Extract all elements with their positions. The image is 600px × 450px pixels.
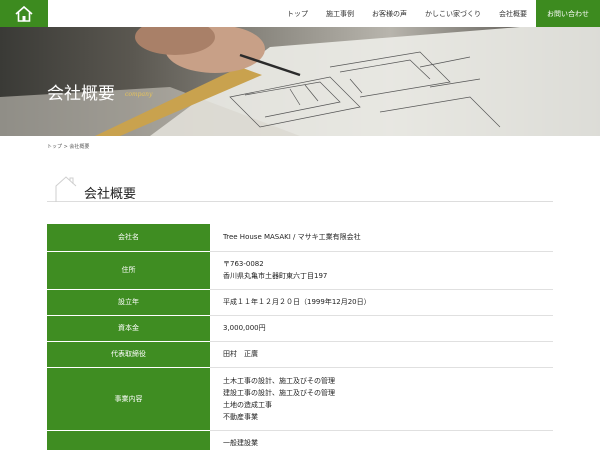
table-row: 会社名 Tree House MASAKI / マサキ工業有限会社 xyxy=(47,224,553,252)
value-line: 3,000,000円 xyxy=(223,324,266,332)
hero-subtitle: company xyxy=(125,91,153,98)
home-logo-button[interactable] xyxy=(0,0,48,27)
row-label: 資本金 xyxy=(47,315,210,342)
nav-item-smart-house[interactable]: かしこい家づくり xyxy=(416,9,490,19)
site-header: トップ 施工事例 お客様の声 かしこい家づくり 会社概要 お問い合わせ xyxy=(0,0,600,27)
row-label: 会社名 xyxy=(47,224,210,252)
row-label: 事業内容 xyxy=(47,367,210,431)
section-title: 会社概要 xyxy=(84,187,137,202)
table-row: 住所 〒763-0082 香川県丸亀市土器町東六丁目197 xyxy=(47,251,553,290)
value-line: 平成１１年１２月２０日（1999年12月20日） xyxy=(223,298,371,306)
row-value: 3,000,000円 xyxy=(210,315,553,342)
row-value: 〒763-0082 香川県丸亀市土器町東六丁目197 xyxy=(210,251,553,290)
breadcrumb-separator: > xyxy=(63,144,68,150)
contact-button[interactable]: お問い合わせ xyxy=(536,0,600,27)
table-row: 設立年 平成１１年１２月２０日（1999年12月20日） xyxy=(47,289,553,316)
row-label xyxy=(47,430,210,450)
value-line: Tree House MASAKI / マサキ工業有限会社 xyxy=(223,233,361,242)
house-icon xyxy=(15,5,33,22)
row-value: 土木工事の設計、施工及びその管理 建設工事の設計、施工及びその管理 土地の造成工… xyxy=(210,367,553,431)
nav-item-top[interactable]: トップ xyxy=(278,9,317,19)
value-line: 土地の造成工事 xyxy=(223,400,272,409)
nav-item-company[interactable]: 会社概要 xyxy=(490,9,536,19)
row-label: 設立年 xyxy=(47,289,210,316)
row-value: 平成１１年１２月２０日（1999年12月20日） xyxy=(210,289,553,316)
value-line: 不動産事業 xyxy=(223,412,258,421)
table-row: 一般建設業 xyxy=(47,430,553,450)
main-nav: トップ 施工事例 お客様の声 かしこい家づくり 会社概要 xyxy=(278,0,536,27)
table-row: 事業内容 土木工事の設計、施工及びその管理 建設工事の設計、施工及びその管理 土… xyxy=(47,367,553,431)
company-info-table: 会社名 Tree House MASAKI / マサキ工業有限会社 住所 〒76… xyxy=(47,224,553,450)
value-line: 建設工事の設計、施工及びその管理 xyxy=(223,388,335,397)
value-line: 土木工事の設計、施工及びその管理 xyxy=(223,376,335,385)
row-value: Tree House MASAKI / マサキ工業有限会社 xyxy=(210,224,553,252)
row-label: 住所 xyxy=(47,251,210,290)
hero-title: 会社概要 xyxy=(47,84,115,104)
table-row: 代表取締役 田村 正廣 xyxy=(47,341,553,368)
value-line: 一般建設業 xyxy=(223,439,258,447)
row-value: 田村 正廣 xyxy=(210,341,553,368)
value-line: 田村 正廣 xyxy=(223,350,258,358)
row-value: 一般建設業 xyxy=(210,430,553,450)
table-row: 資本金 3,000,000円 xyxy=(47,315,553,342)
value-line: 香川県丸亀市土器町東六丁目197 xyxy=(223,272,328,280)
value-line: 〒763-0082 xyxy=(223,260,264,268)
nav-item-works[interactable]: 施工事例 xyxy=(317,9,363,19)
row-label: 代表取締役 xyxy=(47,341,210,368)
breadcrumb-current: 会社概要 xyxy=(69,144,90,150)
section-heading: 会社概要 xyxy=(47,176,553,202)
breadcrumb: トップ > 会社概要 xyxy=(47,143,89,150)
nav-item-voices[interactable]: お客様の声 xyxy=(363,9,416,19)
breadcrumb-home-link[interactable]: トップ xyxy=(47,144,62,150)
hero-banner: 会社概要 company xyxy=(0,27,600,136)
house-outline-icon xyxy=(55,176,77,202)
